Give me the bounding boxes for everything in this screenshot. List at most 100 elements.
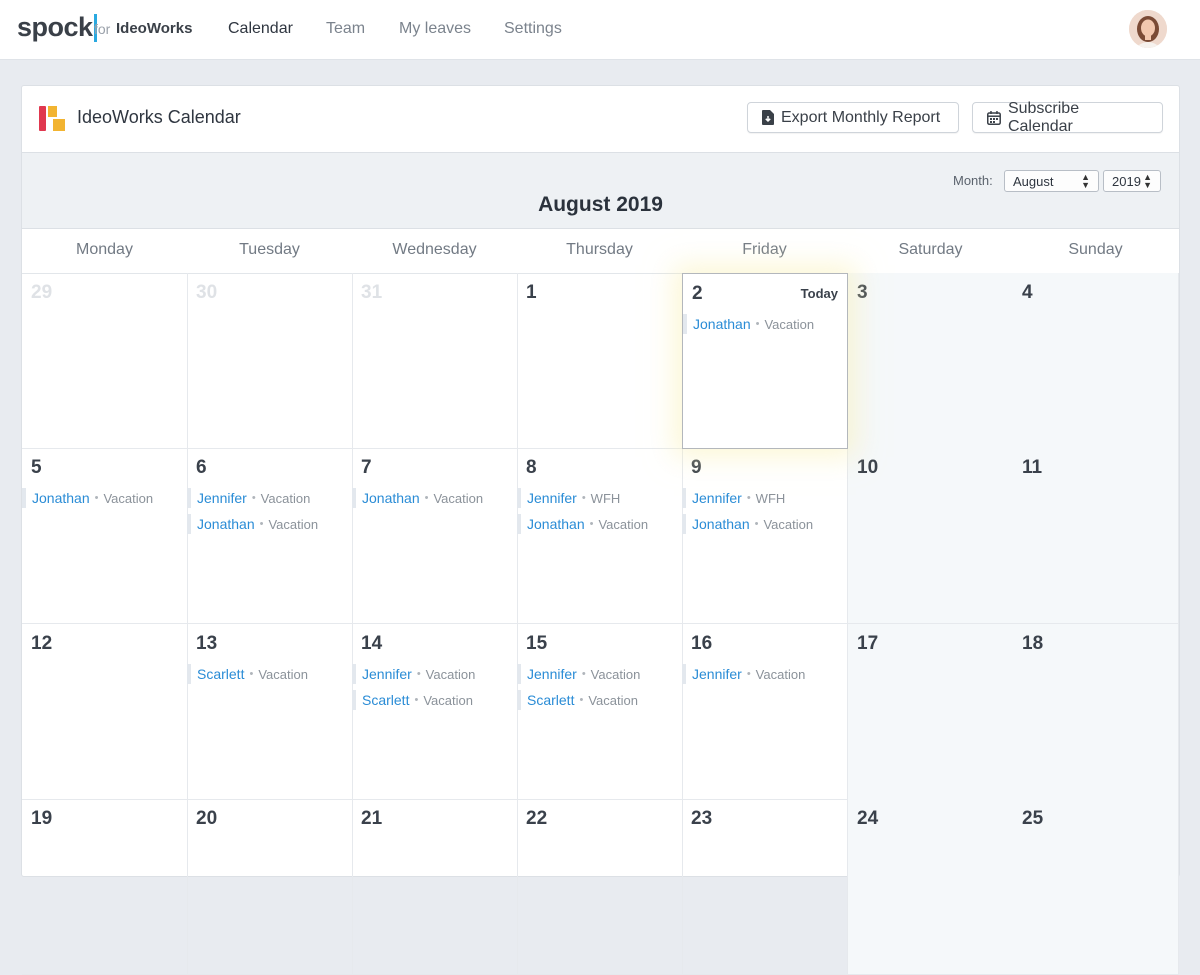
day-number: 24 xyxy=(857,808,879,829)
day-number: 13 xyxy=(196,633,218,654)
separator-dot-icon: • xyxy=(416,668,421,680)
leave-event[interactable]: Scarlett • Vacation xyxy=(352,690,473,710)
select-arrows-icon: ▲ ▼ xyxy=(1081,172,1090,190)
event-person-name: Scarlett xyxy=(527,692,575,708)
day-cell[interactable]: 5 Jonathan • Vacation xyxy=(22,448,188,624)
event-leave-type: Vacation xyxy=(425,666,476,682)
leave-event[interactable]: Jennifer • Vacation xyxy=(682,664,805,684)
event-leave-type: Vacation xyxy=(258,666,308,682)
leave-event[interactable]: Jennifer • WFH xyxy=(682,488,785,508)
day-number: 7 xyxy=(361,457,372,478)
day-cell[interactable]: 14 Jennifer • Vacation Scarlett • Vacation xyxy=(352,624,518,800)
select-arrows-icon: ▲ ▼ xyxy=(1143,172,1152,190)
day-cell[interactable]: 18 xyxy=(1013,624,1179,800)
logo-text: spock xyxy=(17,12,93,42)
weekday-monday: Monday xyxy=(76,241,133,258)
event-leave-type: Vacation xyxy=(423,692,473,708)
ideoworks-logo-icon xyxy=(39,106,65,131)
calendar-card: IdeoWorks Calendar Export Monthly Report… xyxy=(21,85,1180,975)
separator-dot-icon: • xyxy=(746,492,751,504)
separator-dot-icon: • xyxy=(754,518,759,530)
day-cell[interactable]: 4 xyxy=(1013,273,1179,449)
day-number: 8 xyxy=(526,457,537,478)
nav-calendar[interactable]: Calendar xyxy=(228,20,293,38)
leave-event[interactable]: Scarlett • Vacation xyxy=(517,690,638,710)
event-leave-type: Vacation xyxy=(588,692,638,708)
day-cell[interactable]: 29 xyxy=(22,273,188,449)
day-cell[interactable]: 31 xyxy=(352,273,518,449)
day-number: 31 xyxy=(361,282,383,303)
nav-settings[interactable]: Settings xyxy=(504,20,562,38)
weekday-tuesday: Tuesday xyxy=(239,241,300,258)
day-cell[interactable]: 6 Jennifer • Vacation Jonathan • Vacation xyxy=(187,448,353,624)
day-cell[interactable]: 19 xyxy=(22,799,188,975)
separator-dot-icon: • xyxy=(259,518,264,530)
day-cell[interactable]: 25 xyxy=(1013,799,1179,975)
leave-event[interactable]: Jonathan • Vacation xyxy=(683,314,814,334)
event-person-name: Jennifer xyxy=(692,666,742,682)
event-leave-type: Vacation xyxy=(598,516,649,532)
day-cell[interactable]: 8 Jennifer • WFH Jonathan • Vacation xyxy=(517,448,683,624)
spock-logo[interactable]: spock xyxy=(17,12,97,43)
leave-event[interactable]: Jonathan • Vacation xyxy=(187,514,318,534)
event-person-name: Scarlett xyxy=(197,666,245,682)
month-select[interactable]: August ▲ ▼ xyxy=(1004,170,1099,192)
subscribe-calendar-button[interactable]: Subscribe Calendar xyxy=(972,100,1163,135)
day-cell[interactable]: 3 xyxy=(848,273,1014,449)
day-number: 17 xyxy=(857,633,879,654)
day-number: 30 xyxy=(196,282,218,303)
export-monthly-report-button[interactable]: Export Monthly Report xyxy=(747,102,959,133)
day-number: 18 xyxy=(1022,633,1044,654)
event-person-name: Jonathan xyxy=(692,516,750,532)
leave-event[interactable]: Jennifer • Vacation xyxy=(187,488,310,508)
nav-my-leaves[interactable]: My leaves xyxy=(399,20,471,38)
event-leave-type: Vacation xyxy=(590,666,641,682)
nav-team[interactable]: Team xyxy=(326,20,365,38)
day-cell[interactable]: 17 xyxy=(848,624,1014,800)
day-number: 19 xyxy=(31,808,53,829)
day-number: 22 xyxy=(526,808,548,829)
leave-event[interactable]: Jonathan • Vacation xyxy=(517,514,648,534)
leave-event[interactable]: Jonathan • Vacation xyxy=(22,488,153,508)
day-cell[interactable]: 30 xyxy=(187,273,353,449)
year-select-value: 2019 xyxy=(1112,173,1141,189)
event-leave-type: Vacation xyxy=(260,490,311,506)
day-cell[interactable]: 7 Jonathan • Vacation xyxy=(352,448,518,624)
day-number: 9 xyxy=(691,457,702,478)
day-cell[interactable]: 20 xyxy=(187,799,353,975)
event-leave-type: Vacation xyxy=(755,666,806,682)
weekday-header: Monday Tuesday Wednesday Thursday Friday Satu… xyxy=(22,229,1179,274)
day-number: 11 xyxy=(1022,457,1043,478)
day-cell[interactable]: 1 xyxy=(517,273,683,449)
day-cell[interactable]: 10 xyxy=(848,448,1014,624)
event-person-name: Jonathan xyxy=(32,490,90,506)
year-select[interactable]: 2019 ▲ ▼ xyxy=(1103,170,1161,192)
leave-event[interactable]: Jonathan • Vacation xyxy=(682,514,813,534)
day-cell[interactable]: 11 xyxy=(1013,448,1179,624)
event-person-name: Jennifer xyxy=(527,490,577,506)
day-number: 29 xyxy=(31,282,53,303)
leave-event[interactable]: Jennifer • Vacation xyxy=(352,664,475,684)
day-cell[interactable]: 24 xyxy=(848,799,1014,975)
month-label: Month: xyxy=(953,173,993,188)
user-avatar[interactable] xyxy=(1129,10,1167,48)
day-cell-today[interactable]: 2 Today Jonathan • Vacation xyxy=(682,273,848,449)
for-label: for xyxy=(94,21,111,37)
leave-event[interactable]: Jonathan • Vacation xyxy=(352,488,483,508)
day-cell[interactable]: 15 Jennifer • Vacation Scarlett • Vacation xyxy=(517,624,683,800)
separator-dot-icon: • xyxy=(414,694,419,706)
day-cell[interactable]: 22 xyxy=(517,799,683,975)
separator-dot-icon: • xyxy=(579,694,584,706)
event-leave-type: Vacation xyxy=(764,316,815,332)
leave-event[interactable]: Jennifer • WFH xyxy=(517,488,620,508)
calendar-grid: 29 30 31 1 2 Today Jonathan • Vacation 3 4 5 Jonatha… xyxy=(22,273,1179,975)
day-cell[interactable]: 9 Jennifer • WFH Jonathan • Vacation xyxy=(682,448,848,624)
day-cell[interactable]: 21 xyxy=(352,799,518,975)
day-cell[interactable]: 23 xyxy=(682,799,848,975)
day-cell[interactable]: 12 xyxy=(22,624,188,800)
leave-event[interactable]: Scarlett • Vacation xyxy=(187,664,308,684)
event-person-name: Jennifer xyxy=(692,490,742,506)
leave-event[interactable]: Jennifer • Vacation xyxy=(517,664,640,684)
day-cell[interactable]: 16 Jennifer • Vacation xyxy=(682,624,848,800)
day-cell[interactable]: 13 Scarlett • Vacation xyxy=(187,624,353,800)
